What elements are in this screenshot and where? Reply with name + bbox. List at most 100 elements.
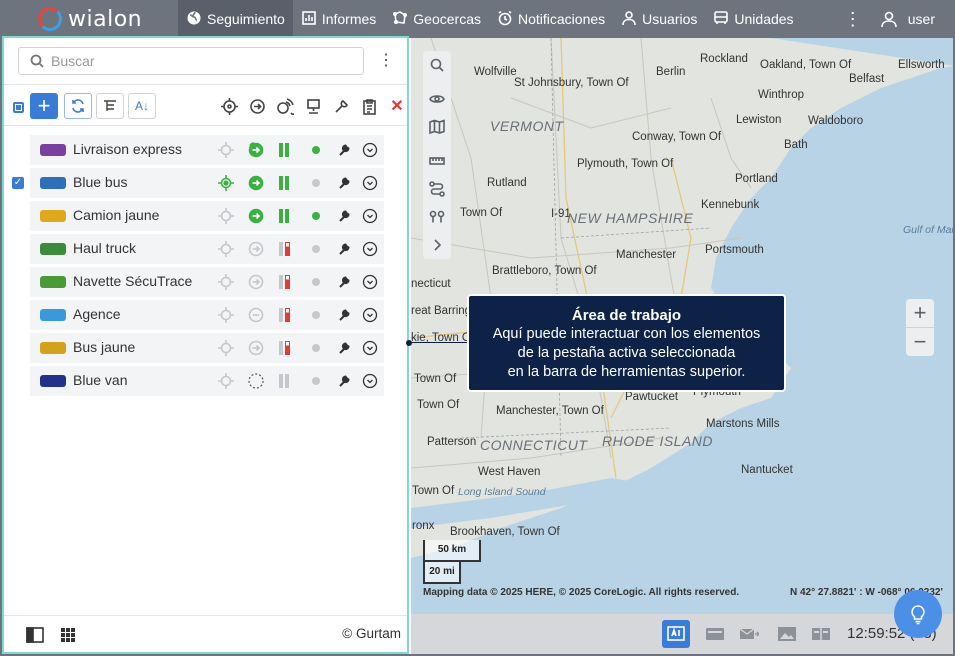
nav-label: Seguimiento — [207, 11, 285, 27]
unit-name[interactable]: Blue bus — [73, 174, 127, 190]
wrench-icon[interactable] — [336, 241, 352, 257]
events-icon[interactable] — [703, 623, 727, 645]
eye-icon[interactable] — [423, 85, 451, 113]
locate-icon[interactable] — [218, 208, 234, 224]
command-icon[interactable] — [248, 208, 264, 224]
ruler-icon[interactable] — [423, 147, 451, 175]
command-icon[interactable] — [248, 373, 264, 389]
chevron-down-icon[interactable] — [362, 208, 378, 224]
locate-icon[interactable] — [218, 241, 234, 257]
ai-assistant-button[interactable] — [662, 620, 690, 648]
add-unit-button[interactable]: + — [30, 93, 58, 119]
chevron-down-icon[interactable] — [362, 142, 378, 158]
route-icon[interactable] — [423, 175, 451, 203]
command-icon[interactable] — [248, 307, 264, 323]
chevron-right-icon[interactable] — [423, 231, 451, 259]
clipboard-button[interactable] — [358, 93, 380, 119]
unit-row[interactable]: Navette SécuTrace — [30, 267, 384, 297]
unit-name[interactable]: Navette SécuTrace — [73, 273, 192, 289]
command-icon[interactable] — [248, 274, 264, 290]
image-icon[interactable] — [775, 623, 799, 645]
unit-row[interactable]: Camion jaune — [30, 201, 384, 231]
chevron-down-icon[interactable] — [362, 175, 378, 191]
unit-name[interactable]: Agence — [73, 306, 120, 322]
chevron-down-icon[interactable] — [362, 241, 378, 257]
nav-geocercas[interactable]: Geocercas — [384, 0, 489, 38]
wrench-icon[interactable] — [336, 175, 352, 191]
chevron-down-icon[interactable] — [362, 340, 378, 356]
wrench-icon[interactable] — [336, 274, 352, 290]
wrench-icon[interactable] — [336, 142, 352, 158]
zoom-out-button[interactable]: − — [906, 328, 934, 356]
locate-icon[interactable] — [218, 175, 234, 191]
user-menu[interactable]: user — [868, 10, 955, 28]
locate-icon[interactable] — [218, 340, 234, 356]
command-icon[interactable] — [248, 340, 264, 356]
nav-usuarios[interactable]: Usuarios — [613, 0, 705, 38]
wrench-icon[interactable] — [336, 307, 352, 323]
map-layers-icon[interactable] — [423, 113, 451, 141]
alarm-clock-icon — [497, 10, 513, 29]
vehicle-icon — [40, 375, 66, 387]
locate-icon[interactable] — [218, 373, 234, 389]
messages-icon[interactable] — [737, 623, 761, 645]
log-icon[interactable] — [809, 623, 833, 645]
more-menu-icon[interactable]: ⋮ — [838, 9, 868, 30]
settings-button[interactable] — [330, 93, 352, 119]
tree-view-button[interactable] — [96, 93, 124, 119]
zoom-in-button[interactable]: + — [906, 299, 934, 327]
points-icon[interactable] — [423, 203, 451, 231]
chevron-down-icon[interactable] — [362, 373, 378, 389]
unit-row[interactable]: Livraison express — [30, 135, 384, 165]
command-icon[interactable] — [248, 142, 264, 158]
locate-all-button[interactable] — [218, 93, 240, 119]
commands-button[interactable] — [246, 93, 268, 119]
unit-row[interactable]: Bus jaune — [30, 333, 384, 363]
nav-label: Unidades — [734, 11, 794, 27]
work-area-tooltip: Área de trabajo Aquí puede interactuar c… — [467, 294, 786, 392]
map-search-icon[interactable] — [423, 51, 451, 79]
wrench-icon[interactable] — [336, 373, 352, 389]
wrench-icon[interactable] — [336, 340, 352, 356]
panel-menu-icon[interactable]: ⋮ — [378, 50, 394, 70]
delete-icon[interactable]: ✕ — [386, 93, 408, 119]
unit-name[interactable]: Blue van — [73, 372, 127, 388]
vehicle-icon — [40, 342, 66, 354]
tooltip-line: Aquí puede interactuar con los elementos — [492, 326, 761, 342]
unit-name[interactable]: Livraison express — [73, 141, 182, 157]
unit-row[interactable]: Haul truck — [30, 234, 384, 264]
unit-checkbox[interactable]: ✓ — [12, 177, 24, 189]
map-place-label: ronx — [412, 520, 435, 532]
unit-row[interactable]: Blue van — [30, 366, 384, 396]
select-all-checkbox[interactable] — [13, 102, 24, 113]
chevron-down-icon[interactable] — [362, 307, 378, 323]
nav-seguimiento[interactable]: Seguimiento — [178, 0, 293, 38]
unit-row[interactable]: ✓ Blue bus — [12, 168, 384, 198]
locate-icon[interactable] — [218, 307, 234, 323]
unit-name[interactable]: Camion jaune — [73, 207, 159, 223]
chevron-down-icon[interactable] — [362, 274, 378, 290]
sort-button[interactable]: A↓ — [128, 93, 156, 119]
unit-name[interactable]: Bus jaune — [73, 339, 135, 355]
panel-layout-icon[interactable] — [26, 627, 44, 646]
search-input[interactable] — [51, 53, 341, 69]
locate-icon[interactable] — [218, 274, 234, 290]
nav-unidades[interactable]: Unidades — [705, 0, 801, 38]
nav-informes[interactable]: Informes — [293, 0, 384, 38]
tips-button[interactable] — [894, 590, 942, 638]
state-icon — [276, 142, 292, 158]
command-icon[interactable] — [248, 241, 264, 257]
nav-notificaciones[interactable]: Notificaciones — [489, 0, 613, 38]
tracking-button[interactable] — [274, 93, 296, 119]
grid-icon[interactable] — [60, 627, 76, 646]
monitor-button[interactable] — [302, 93, 324, 119]
locate-icon[interactable] — [218, 142, 234, 158]
user-icon — [621, 10, 637, 29]
wialon-logo[interactable]: wialon — [0, 0, 178, 38]
unit-name[interactable]: Haul truck — [73, 240, 136, 256]
refresh-button[interactable] — [64, 93, 92, 119]
wrench-icon[interactable] — [336, 208, 352, 224]
unit-row[interactable]: Agence — [30, 300, 384, 330]
signal-icon — [276, 97, 294, 115]
command-icon[interactable] — [248, 175, 264, 191]
